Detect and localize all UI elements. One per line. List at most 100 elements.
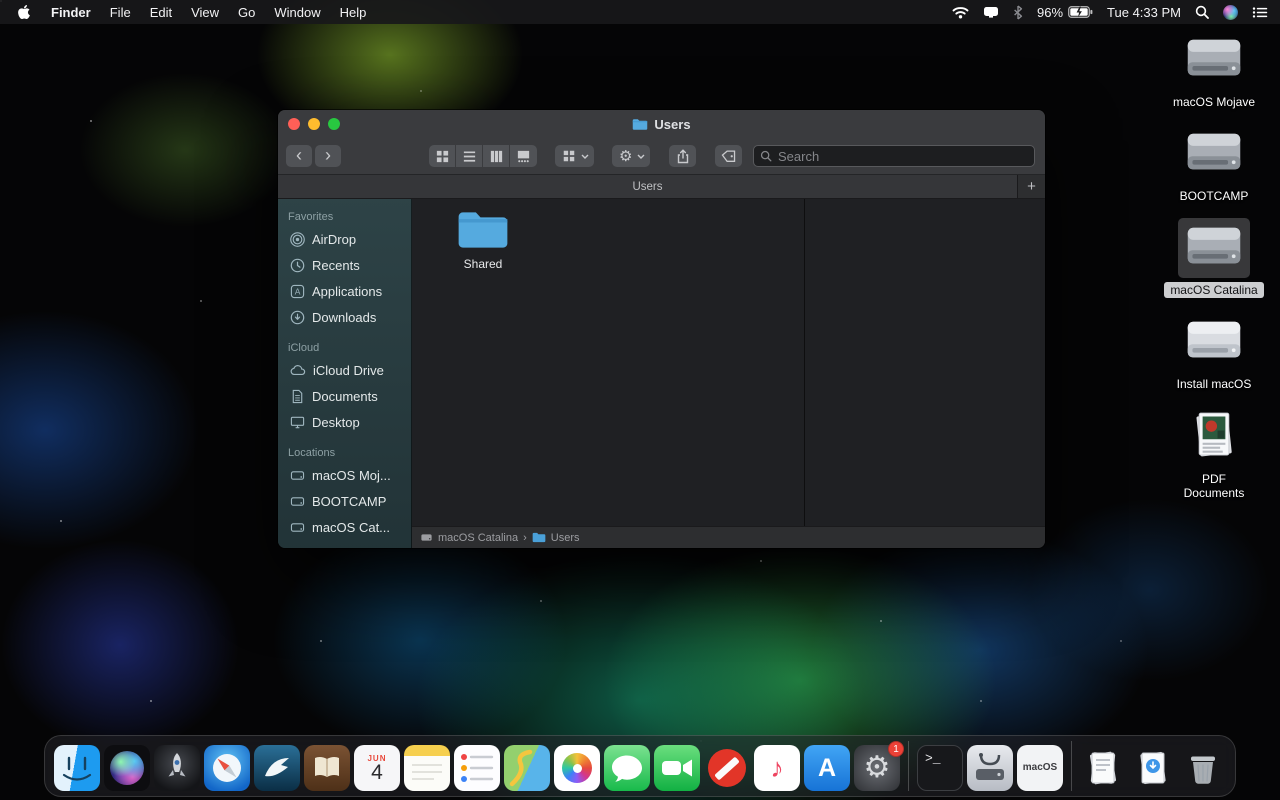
siri-menu-icon[interactable]: [1223, 4, 1238, 20]
sidebar-label: BOOTCAMP: [312, 493, 387, 509]
sidebar-section-favorites: Favorites: [288, 211, 334, 223]
sidebar-item-downloads[interactable]: Downloads: [278, 304, 411, 330]
dock-finder-icon[interactable]: [54, 745, 100, 791]
eject-icon[interactable]: [390, 547, 403, 548]
desktop-icon-install-macos[interactable]: Install macOS: [1164, 312, 1264, 392]
dock-macos-installer-icon[interactable]: macOS: [1017, 745, 1063, 791]
dock-music-icon[interactable]: ♪: [754, 745, 800, 791]
dock-mail-icon[interactable]: [254, 745, 300, 791]
zoom-button[interactable]: [328, 118, 340, 130]
sidebar-item-recents[interactable]: Recents: [278, 252, 411, 278]
dock-notes-icon[interactable]: [404, 745, 450, 791]
dock-maps-icon[interactable]: [504, 745, 550, 791]
dock-trash-icon[interactable]: [1180, 745, 1226, 791]
gallery-view-button[interactable]: [510, 145, 537, 167]
app-store-a-icon: A: [817, 753, 837, 782]
speech-bubble-icon: [612, 755, 642, 782]
sidebar-item-documents[interactable]: Documents: [278, 383, 411, 409]
dock-launchpad-icon[interactable]: [154, 745, 200, 791]
menu-help[interactable]: Help: [340, 5, 367, 20]
apple-menu[interactable]: [18, 4, 32, 20]
sidebar-item-airdrop[interactable]: AirDrop: [278, 226, 411, 252]
macos-label: macOS: [1022, 762, 1058, 773]
sidebar-item-icloud-drive[interactable]: iCloud Drive: [278, 357, 411, 383]
menu-finder[interactable]: Finder: [51, 5, 91, 20]
list-view-button[interactable]: [456, 145, 483, 167]
desktop-icon-macos-mojave[interactable]: macOS Mojave: [1164, 30, 1264, 110]
folder-icon: [633, 118, 648, 130]
photos-flower-icon: [562, 753, 592, 783]
sidebar-item-bootcamp[interactable]: BOOTCAMP: [278, 488, 411, 514]
sidebar-label: iCloud Drive: [313, 362, 384, 378]
share-button[interactable]: [669, 145, 697, 167]
file-view[interactable]: Shared: [412, 199, 1045, 526]
plus-icon: +: [1027, 178, 1036, 195]
dock-disk-utility-icon[interactable]: [967, 745, 1013, 791]
menu-view[interactable]: View: [191, 5, 219, 20]
back-button[interactable]: ‹: [286, 145, 312, 167]
sidebar-label: AirDrop: [312, 231, 357, 247]
sidebar-item-install-macos[interactable]: Install m...: [278, 540, 411, 549]
dock-safari-icon[interactable]: [204, 745, 250, 791]
dock-facetime-icon[interactable]: [654, 745, 700, 791]
dock-app-store-icon[interactable]: A: [804, 745, 850, 791]
display-icon[interactable]: [983, 6, 999, 18]
action-dropdown[interactable]: ⚙: [612, 145, 651, 167]
tags-button[interactable]: [715, 145, 743, 167]
close-button[interactable]: [288, 118, 300, 130]
search-input[interactable]: [753, 145, 1035, 167]
desktop-icon-macos-catalina[interactable]: macOS Catalina: [1164, 218, 1264, 298]
dock-reminders-icon[interactable]: [454, 745, 500, 791]
spotlight-icon[interactable]: [1195, 5, 1209, 19]
calendar-day: 4: [371, 760, 383, 784]
bird-icon: [265, 758, 289, 777]
desktop-icon-label: BOOTCAMP: [1179, 189, 1249, 203]
window-title-bar[interactable]: Users: [278, 110, 1045, 138]
dock-prohibited-app-icon[interactable]: [704, 745, 750, 791]
dock-siri-icon[interactable]: [104, 745, 150, 791]
column-view-button[interactable]: [483, 145, 510, 167]
sidebar-item-macos-catalina[interactable]: macOS Cat...: [278, 514, 411, 540]
airdrop-icon: [290, 231, 305, 247]
wifi-icon[interactable]: [952, 6, 969, 19]
terminal-prompt-icon: >_: [925, 751, 941, 766]
dock-documents-stack-icon[interactable]: [1080, 745, 1126, 791]
sidebar-item-desktop[interactable]: Desktop: [278, 409, 411, 435]
dock-system-preferences-icon[interactable]: ⚙ 1: [854, 741, 904, 791]
desktop-icon: [290, 416, 305, 428]
notification-center-icon[interactable]: [1252, 6, 1268, 19]
disk-stethoscope-icon: [976, 753, 1004, 780]
path-bar: macOS Catalina › Users: [412, 526, 1045, 548]
new-tab-button[interactable]: +: [1017, 175, 1045, 198]
menu-clock[interactable]: Tue 4:33 PM: [1107, 5, 1181, 20]
sidebar-label: Documents: [312, 388, 378, 404]
tab-users[interactable]: Users: [278, 175, 1017, 198]
menu-file[interactable]: File: [110, 5, 131, 20]
dock-terminal-icon[interactable]: >_: [917, 745, 963, 791]
bluetooth-icon[interactable]: [1013, 4, 1023, 20]
file-item-shared[interactable]: Shared: [438, 209, 528, 271]
menu-window[interactable]: Window: [274, 5, 320, 20]
path-crumb-folder[interactable]: Users: [551, 532, 580, 544]
sidebar-item-applications[interactable]: A Applications: [278, 278, 411, 304]
minimize-button[interactable]: [308, 118, 320, 130]
menu-go[interactable]: Go: [238, 5, 255, 20]
desktop-icon-bootcamp[interactable]: BOOTCAMP: [1164, 124, 1264, 204]
sidebar-label: macOS Moj...: [312, 467, 391, 483]
view-switcher: [429, 145, 537, 167]
battery-percent: 96%: [1037, 4, 1064, 20]
sidebar-item-macos-mojave[interactable]: macOS Moj...: [278, 462, 411, 488]
dock-photos-icon[interactable]: [554, 745, 600, 791]
icon-view-button[interactable]: [429, 145, 456, 167]
desktop-icon-pdf-documents[interactable]: PDF Documents: [1164, 406, 1264, 501]
dock-messages-icon[interactable]: [604, 745, 650, 791]
dock-calendar-icon[interactable]: JUN 4: [354, 745, 400, 791]
documents-stack-icon: [1090, 751, 1116, 785]
dock-books-icon[interactable]: [304, 745, 350, 791]
forward-button[interactable]: ›: [315, 145, 341, 167]
battery-indicator[interactable]: 96%: [1037, 5, 1093, 20]
path-crumb-volume[interactable]: macOS Catalina: [438, 532, 518, 544]
group-by-dropdown[interactable]: [555, 145, 594, 167]
menu-edit[interactable]: Edit: [150, 5, 172, 20]
dock-downloads-stack-icon[interactable]: [1130, 745, 1176, 791]
